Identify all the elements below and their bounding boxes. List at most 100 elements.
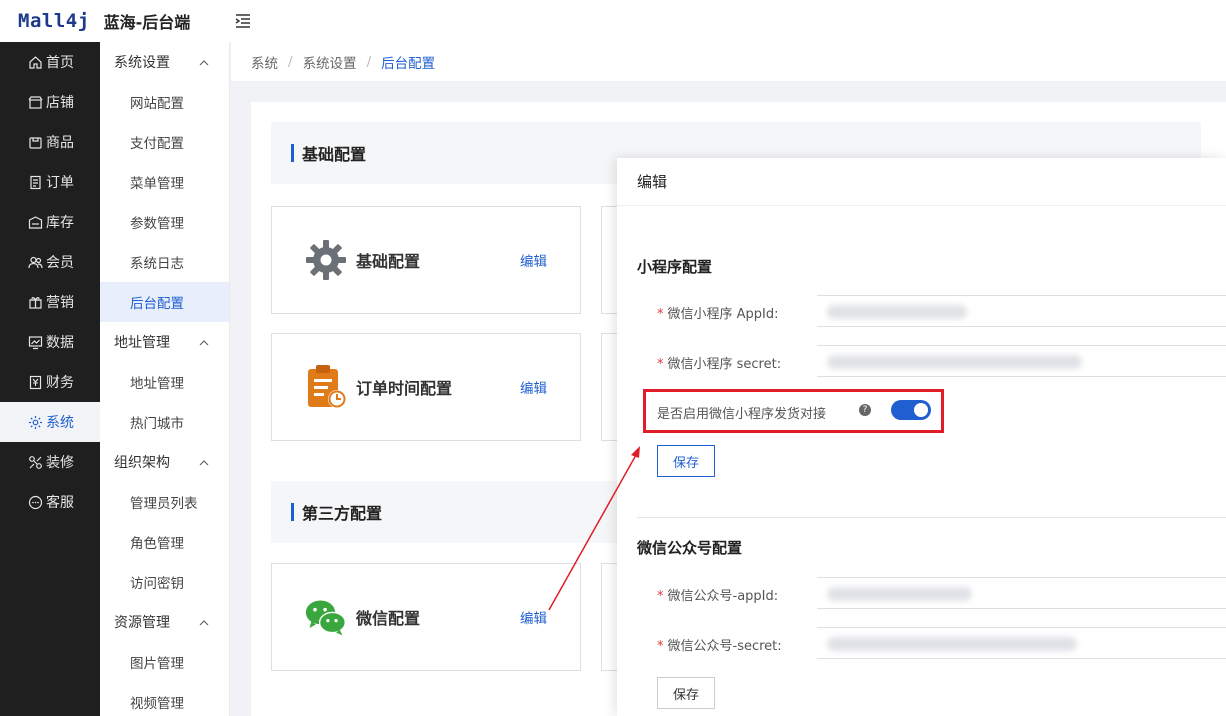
member-icon (28, 255, 43, 270)
top-bar: Mall4j 蓝海-后台端 (0, 0, 1226, 42)
card-wechat-config: 微信配置 编辑 (271, 563, 581, 671)
blurred-value (827, 355, 1082, 369)
edit-dialog: 编辑 小程序配置 * 微信小程序 AppId: * 微信小程序 secret: 是否… (617, 158, 1226, 716)
nav-item-member[interactable]: 会员 (0, 242, 100, 282)
subnav-group-system-settings[interactable]: 系统设置 (100, 42, 229, 82)
subnav-item-access-keys[interactable]: 访问密钥 (100, 562, 229, 602)
blurred-value (827, 637, 1077, 651)
nav-item-order[interactable]: 订单 (0, 162, 100, 202)
nav-item-finance[interactable]: 财务 (0, 362, 100, 402)
nav-item-system[interactable]: 系统 (0, 402, 100, 442)
nav-item-home[interactable]: 首页 (0, 42, 100, 82)
label-text: 微信公众号-appId: (667, 589, 779, 604)
subnav-item-videos[interactable]: 视频管理 (100, 682, 229, 716)
clipboard-clock-icon (304, 365, 348, 409)
chevron-up-icon (199, 454, 209, 470)
required-mark: * (657, 357, 664, 372)
nav-item-goods[interactable]: 商品 (0, 122, 100, 162)
finance-icon (28, 375, 43, 390)
main-nav: 首页 店铺 商品 订单 库存 会员 营销 数据 财务 系统 装修 客服 (0, 42, 100, 716)
mp-secret-input[interactable] (817, 345, 1226, 377)
nav-item-store[interactable]: 店铺 (0, 82, 100, 122)
breadcrumb-separator: / (288, 53, 293, 70)
nav-item-label: 会员 (46, 255, 74, 271)
gear-icon (304, 238, 348, 282)
gear-icon (28, 415, 43, 430)
store-icon (28, 95, 43, 110)
subnav-item-website[interactable]: 网站配置 (100, 82, 229, 122)
edit-link[interactable]: 编辑 (520, 377, 547, 397)
nav-item-label: 店铺 (46, 95, 74, 111)
nav-item-stock[interactable]: 库存 (0, 202, 100, 242)
oa-appid-input[interactable] (817, 577, 1226, 609)
nav-item-label: 装修 (46, 455, 74, 471)
subnav-group-org[interactable]: 组织架构 (100, 442, 229, 482)
mp-appid-label: * 微信小程序 AppId: (657, 303, 779, 322)
mini-program-section-title: 小程序配置 (637, 258, 713, 276)
subnav-group-address[interactable]: 地址管理 (100, 322, 229, 362)
subnav-item-menu[interactable]: 菜单管理 (100, 162, 229, 202)
chevron-up-icon (199, 334, 209, 350)
subnav-item-admins[interactable]: 管理员列表 (100, 482, 229, 522)
subnav-item-params[interactable]: 参数管理 (100, 202, 229, 242)
app-title: 蓝海-后台端 (103, 13, 191, 32)
save-button-official-account[interactable]: 保存 (657, 677, 715, 709)
group-label: 地址管理 (114, 335, 170, 351)
nav-item-service[interactable]: 客服 (0, 482, 100, 522)
nav-item-marketing[interactable]: 营销 (0, 282, 100, 322)
goods-icon (28, 135, 43, 150)
card-order-time-config: 订单时间配置 编辑 (271, 333, 581, 441)
group-label: 系统设置 (114, 55, 170, 71)
nav-item-label: 库存 (46, 215, 74, 231)
sub-nav: 系统设置 网站配置 支付配置 菜单管理 参数管理 系统日志 后台配置 地址管理 … (100, 42, 230, 716)
card-title: 订单时间配置 (356, 379, 453, 398)
nav-item-label: 客服 (46, 495, 74, 511)
nav-item-label: 首页 (46, 55, 74, 71)
edit-link[interactable]: 编辑 (520, 250, 547, 270)
subnav-item-images[interactable]: 图片管理 (100, 642, 229, 682)
oa-secret-input[interactable] (817, 627, 1226, 659)
breadcrumb-item[interactable]: 系统设置 (303, 52, 357, 72)
breadcrumb-separator: / (366, 53, 372, 70)
subnav-group-resources[interactable]: 资源管理 (100, 602, 229, 642)
home-icon (28, 55, 43, 70)
required-mark: * (657, 589, 664, 604)
mp-appid-input[interactable] (817, 295, 1226, 327)
chat-icon (28, 495, 43, 510)
nav-item-decorate[interactable]: 装修 (0, 442, 100, 482)
card-title: 微信配置 (356, 609, 421, 628)
required-mark: * (657, 307, 664, 322)
menu-collapse-icon[interactable] (234, 12, 252, 30)
subnav-item-payment[interactable]: 支付配置 (100, 122, 229, 162)
subnav-item-address[interactable]: 地址管理 (100, 362, 229, 402)
nav-item-label: 营销 (46, 295, 74, 311)
card-title: 基础配置 (356, 252, 421, 271)
group-label: 组织架构 (114, 455, 170, 471)
chart-icon (28, 335, 43, 350)
label-text: 微信小程序 secret: (667, 357, 782, 372)
subnav-item-hot-cities[interactable]: 热门城市 (100, 402, 229, 442)
dialog-title: 编辑 (617, 158, 1226, 206)
nav-item-data[interactable]: 数据 (0, 322, 100, 362)
card-basic-config: 基础配置 编辑 (271, 206, 581, 314)
nav-item-label: 订单 (46, 175, 74, 191)
oa-appid-label: * 微信公众号-appId: (657, 585, 778, 604)
edit-link[interactable]: 编辑 (520, 607, 547, 627)
subnav-item-roles[interactable]: 角色管理 (100, 522, 229, 562)
blurred-value (827, 587, 972, 601)
annotation-highlight-box (643, 389, 944, 433)
chevron-up-icon (199, 614, 209, 630)
subnav-item-backend-config[interactable]: 后台配置 (100, 282, 229, 322)
nav-item-label: 数据 (46, 335, 74, 351)
section-divider (637, 517, 1226, 518)
gift-icon (28, 295, 43, 310)
breadcrumb: 系统 / 系统设置 / 后台配置 (231, 42, 1226, 82)
nav-item-label: 财务 (46, 375, 74, 391)
breadcrumb-item[interactable]: 系统 (251, 52, 278, 72)
order-icon (28, 175, 43, 190)
save-button-mini-program[interactable]: 保存 (657, 445, 715, 477)
official-account-section-title: 微信公众号配置 (637, 539, 743, 557)
oa-secret-label: * 微信公众号-secret: (657, 635, 782, 654)
blurred-value (827, 305, 967, 319)
subnav-item-logs[interactable]: 系统日志 (100, 242, 229, 282)
